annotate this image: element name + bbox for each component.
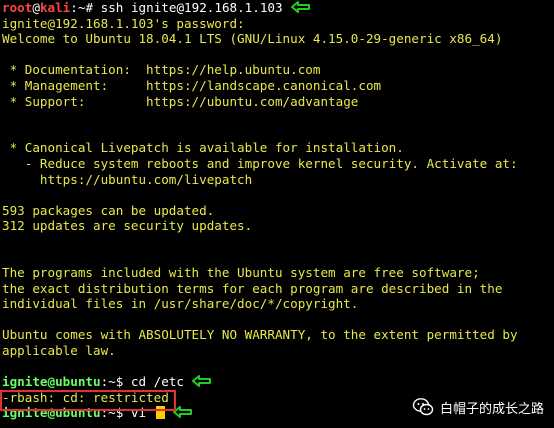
terminal-output[interactable]: root@kali:~# ssh ignite@192.168.1.103 ig… <box>2 0 554 421</box>
packages-line: 593 packages can be updated. <box>2 202 215 218</box>
management-line: * Management: https://landscape.canonica… <box>2 77 382 93</box>
cd-command-line: ignite@ubuntu:~$ cd /etc <box>2 374 554 390</box>
free-software-line-2: the exact distribution terms for each pr… <box>2 280 503 296</box>
arrow-left-icon <box>192 375 211 388</box>
livepatch-line-3: https://ubuntu.com/livepatch <box>2 171 253 187</box>
watermark: 白帽子的成长之路 <box>412 396 544 418</box>
welcome-message: Welcome to Ubuntu 18.04.1 LTS (GNU/Linux… <box>2 31 503 47</box>
security-updates-line: 312 updates are security updates. <box>2 218 253 234</box>
wechat-icon <box>412 398 434 416</box>
prompt-user: root <box>2 0 33 15</box>
arrow-left-icon <box>290 1 310 13</box>
prompt-host: kali <box>39 0 71 15</box>
prompt-userhost: ignite@ubuntu <box>2 374 101 390</box>
watermark-text: 白帽子的成长之路 <box>439 401 544 417</box>
warranty-line-1: Ubuntu comes with ABSOLUTELY NO WARRANTY… <box>2 327 518 343</box>
prompt-separator: :~$ <box>100 374 131 390</box>
documentation-line: * Documentation: https://help.ubuntu.com <box>2 62 321 78</box>
livepatch-line-2: - Reduce system reboots and improve kern… <box>2 155 518 171</box>
cd-command: cd /etc <box>130 374 184 390</box>
support-line: * Support: https://ubuntu.com/advantage <box>2 93 359 109</box>
prompt-separator: :~# <box>70 0 101 15</box>
restricted-highlight-box <box>0 390 176 411</box>
free-software-line-1: The programs included with the Ubuntu sy… <box>2 265 480 281</box>
warranty-line-2: applicable law. <box>2 343 116 359</box>
free-software-line-3: individual files in /usr/share/doc/*/cop… <box>2 296 359 312</box>
password-prompt: ignite@192.168.1.103's password: <box>2 15 245 31</box>
livepatch-line-1: * Canonical Livepatch is available for i… <box>2 140 404 156</box>
ssh-command-line: root@kali:~# ssh ignite@192.168.1.103 <box>2 0 554 16</box>
prompt-at: @ <box>32 0 40 15</box>
ssh-command: ssh ignite@192.168.1.103 <box>100 0 283 15</box>
